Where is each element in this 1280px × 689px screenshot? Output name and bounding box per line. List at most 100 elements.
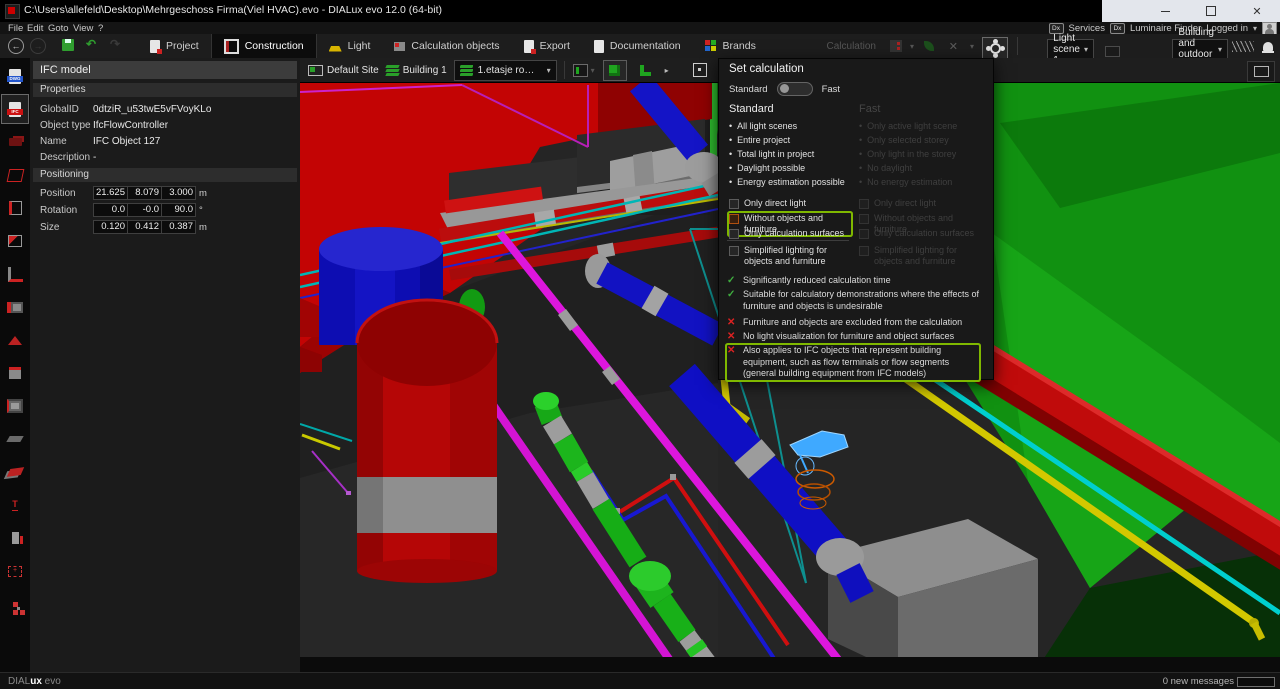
menu-goto[interactable]: Goto <box>48 23 69 34</box>
check-icon: ✓ <box>727 275 737 287</box>
plan-view-button[interactable]: ▾ <box>572 60 596 81</box>
tool-text-label[interactable]: T <box>1 490 29 520</box>
tab-export[interactable]: Export <box>512 34 582 58</box>
zoom-fit-button[interactable] <box>688 60 712 81</box>
checkbox-simplified-lighting[interactable]: Simplified lighting for objects and furn… <box>729 245 855 267</box>
tool-building-opening[interactable] <box>1 391 29 421</box>
roof-surface-icon <box>6 467 23 477</box>
size-x-field[interactable]: 0.120 <box>93 220 128 234</box>
checkbox-icon <box>859 214 869 224</box>
note-no-visualization: ✕ No light visualization for furniture a… <box>727 331 979 343</box>
window-icon <box>8 235 22 247</box>
position-y-field[interactable]: 8.079 <box>127 186 162 200</box>
prop-label: Description <box>40 152 90 163</box>
minimize-button[interactable] <box>1142 0 1188 22</box>
tool-dwg-import[interactable]: DWG <box>1 61 29 91</box>
construction-tool-strip: DWG IFC T + <box>0 58 30 672</box>
tab-project[interactable]: Project <box>138 34 211 58</box>
calculation-settings-button[interactable] <box>982 36 1008 60</box>
tool-room[interactable] <box>1 160 29 190</box>
back-button[interactable]: ← <box>8 38 24 54</box>
undo-button[interactable]: ↶ <box>86 37 96 51</box>
view-more-icon[interactable]: ▸ <box>665 66 669 75</box>
site-mode-dropdown[interactable]: Building and outdoor pla... ▾ <box>1172 39 1228 59</box>
calculation-caret-icon[interactable]: ▾ <box>910 34 914 58</box>
fast-bullet: •No daylight <box>859 161 987 176</box>
text-label-icon: T <box>12 499 18 511</box>
room-cube-icon <box>6 169 24 182</box>
notifications-button[interactable] <box>1263 34 1273 58</box>
fast-bullet: •Only selected storey <box>859 133 987 148</box>
tab-construction[interactable]: Construction <box>211 34 317 58</box>
display-icon <box>1254 66 1269 77</box>
tool-column[interactable] <box>1 292 29 322</box>
tool-ceiling[interactable] <box>1 358 29 388</box>
rotation-z-field[interactable]: 90.0 <box>161 203 196 217</box>
user-avatar[interactable] <box>1262 22 1277 35</box>
maximize-icon <box>1206 6 1216 16</box>
checkbox-only-calculation-surfaces[interactable]: Only calculation surfaces <box>729 228 855 239</box>
tool-ifc-model[interactable]: IFC <box>1 94 29 124</box>
redo-button[interactable]: ↷ <box>110 37 120 51</box>
window-controls: ✕ <box>1102 0 1280 22</box>
light-scene-dropdown[interactable]: Light scene 1 ▾ <box>1047 39 1094 59</box>
tool-calculation-area[interactable]: + <box>1 556 29 586</box>
cancel-caret-icon[interactable]: ▾ <box>970 34 974 58</box>
viewport-display-button[interactable] <box>1247 61 1275 82</box>
tool-roof[interactable] <box>1 325 29 355</box>
standard-fast-toggle[interactable] <box>777 82 813 96</box>
tool-floor-opening[interactable] <box>1 259 29 289</box>
rotation-x-field[interactable]: 0.0 <box>93 203 128 217</box>
size-y-field[interactable]: 0.412 <box>127 220 162 234</box>
maximize-button[interactable] <box>1188 0 1234 22</box>
bell-icon <box>1263 42 1273 51</box>
menu-view[interactable]: View <box>73 23 93 34</box>
tool-column-add[interactable] <box>1 523 29 553</box>
position-z-field[interactable]: 3.000 <box>161 186 196 200</box>
tool-structure[interactable] <box>1 589 29 619</box>
logged-in-caret-icon[interactable]: ▾ <box>1253 24 1257 33</box>
energy-button[interactable] <box>924 34 934 58</box>
storey-dropdown[interactable]: 1.etasje romdefi... ▾ <box>454 60 557 81</box>
checkbox-only-direct-light[interactable]: Only direct light <box>729 198 855 209</box>
tab-brands[interactable]: Brands <box>693 34 768 58</box>
cancel-calculation-button[interactable]: ✕ <box>949 34 958 58</box>
tool-furniture[interactable] <box>1 127 29 157</box>
default-site-button[interactable]: Default Site <box>308 65 379 76</box>
close-icon: ✕ <box>1252 5 1261 18</box>
divider <box>727 240 849 241</box>
position-x-field[interactable]: 21.625 <box>93 186 128 200</box>
size-z-field[interactable]: 0.387 <box>161 220 196 234</box>
rotation-y-field[interactable]: -0.0 <box>127 203 162 217</box>
view-3d-button[interactable] <box>603 60 627 81</box>
note-excluded: ✕ Furniture and objects are excluded fro… <box>727 317 979 329</box>
app-icon <box>5 4 20 19</box>
menu-file[interactable]: File <box>8 23 23 34</box>
checkbox-icon <box>729 229 739 239</box>
start-calculation-button[interactable] <box>890 34 902 58</box>
checkbox-icon <box>729 199 739 209</box>
forward-button[interactable]: → <box>30 38 46 54</box>
checkbox-fast-simplified-lighting: Simplified lighting for objects and furn… <box>859 245 985 267</box>
menu-edit[interactable]: Edit <box>27 23 43 34</box>
tool-roof-surface[interactable] <box>1 457 29 487</box>
building-button[interactable]: Building 1 <box>386 65 447 76</box>
floorplan-icon <box>640 65 651 76</box>
close-button[interactable]: ✕ <box>1234 0 1280 22</box>
toggle-knob <box>780 84 789 93</box>
documentation-icon <box>594 40 604 53</box>
menu-help[interactable]: ? <box>98 23 103 34</box>
tool-window[interactable] <box>1 226 29 256</box>
statusbar: DIALux evo 0 new messages <box>0 672 1280 689</box>
floorplan-view-button[interactable] <box>634 60 658 81</box>
menubar: File Edit Goto View ? Dx Services Dx Lum… <box>0 22 1280 34</box>
surface-hatch-button[interactable] <box>1232 34 1254 58</box>
messages-count[interactable]: 0 new messages <box>1163 676 1234 687</box>
save-button[interactable] <box>62 39 74 51</box>
tab-documentation[interactable]: Documentation <box>582 34 693 58</box>
tab-calculation-objects[interactable]: Calculation objects <box>382 34 511 58</box>
tool-slab[interactable] <box>1 424 29 454</box>
tab-light[interactable]: Light <box>317 34 383 58</box>
tool-door[interactable] <box>1 193 29 223</box>
minimize-icon <box>1161 11 1170 12</box>
